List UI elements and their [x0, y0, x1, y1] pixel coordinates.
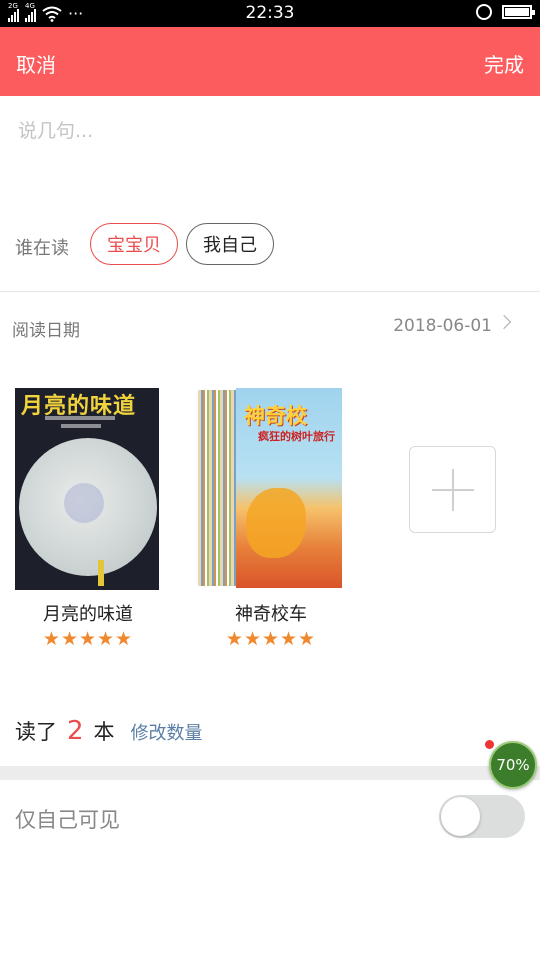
- book-spines: [198, 390, 240, 586]
- read-count-prefix: 读了: [15, 720, 57, 744]
- reader-option-self[interactable]: 我自己: [186, 223, 274, 265]
- notification-dot: [485, 740, 494, 749]
- reader-label: 谁在读: [15, 238, 69, 259]
- read-count-number: 2: [67, 716, 84, 746]
- floating-progress-badge[interactable]: 70%: [489, 741, 537, 789]
- moon-illustration: [19, 438, 157, 576]
- section-separator: [0, 766, 540, 780]
- status-time: 22:33: [245, 3, 295, 23]
- book-cover-image: 神奇校 疯狂的树叶旅行: [198, 388, 342, 590]
- status-bar: 2G 4G ··· 22:33: [0, 0, 540, 27]
- rating-stars[interactable]: ★★★★★: [0, 628, 181, 650]
- book-title: 神奇校车: [235, 604, 307, 625]
- reading-date-label: 阅读日期: [12, 321, 80, 341]
- chevron-right-icon: [496, 314, 512, 330]
- read-count-row: 读了 2 本 修改数量: [15, 716, 203, 746]
- book-cover-image: 月亮的味道: [15, 388, 159, 590]
- header-bar: 取消 完成: [0, 27, 540, 96]
- comment-input[interactable]: [18, 116, 518, 206]
- status-right: [476, 4, 535, 20]
- rating-stars[interactable]: ★★★★★: [178, 628, 364, 650]
- done-button[interactable]: 完成: [484, 49, 524, 78]
- reading-date-value: 2018-06-01: [393, 316, 492, 336]
- book-title: 月亮的味道: [43, 604, 133, 625]
- cover-title-text: 神奇校: [244, 404, 307, 428]
- toggle-knob: [441, 797, 480, 836]
- private-visibility-toggle[interactable]: [439, 795, 525, 838]
- add-book-button[interactable]: [409, 446, 496, 533]
- cancel-button[interactable]: 取消: [16, 49, 56, 78]
- cover-subtitle-text: 疯狂的树叶旅行: [258, 430, 335, 443]
- read-count-suffix: 本: [93, 720, 115, 744]
- private-visibility-label: 仅自己可见: [15, 808, 120, 832]
- reading-date-row[interactable]: 阅读日期 2018-06-01: [0, 292, 540, 358]
- battery-icon: [502, 5, 535, 19]
- alarm-icon: [476, 4, 492, 20]
- reader-option-baby[interactable]: 宝宝贝: [90, 223, 178, 265]
- edit-count-link[interactable]: 修改数量: [131, 719, 203, 745]
